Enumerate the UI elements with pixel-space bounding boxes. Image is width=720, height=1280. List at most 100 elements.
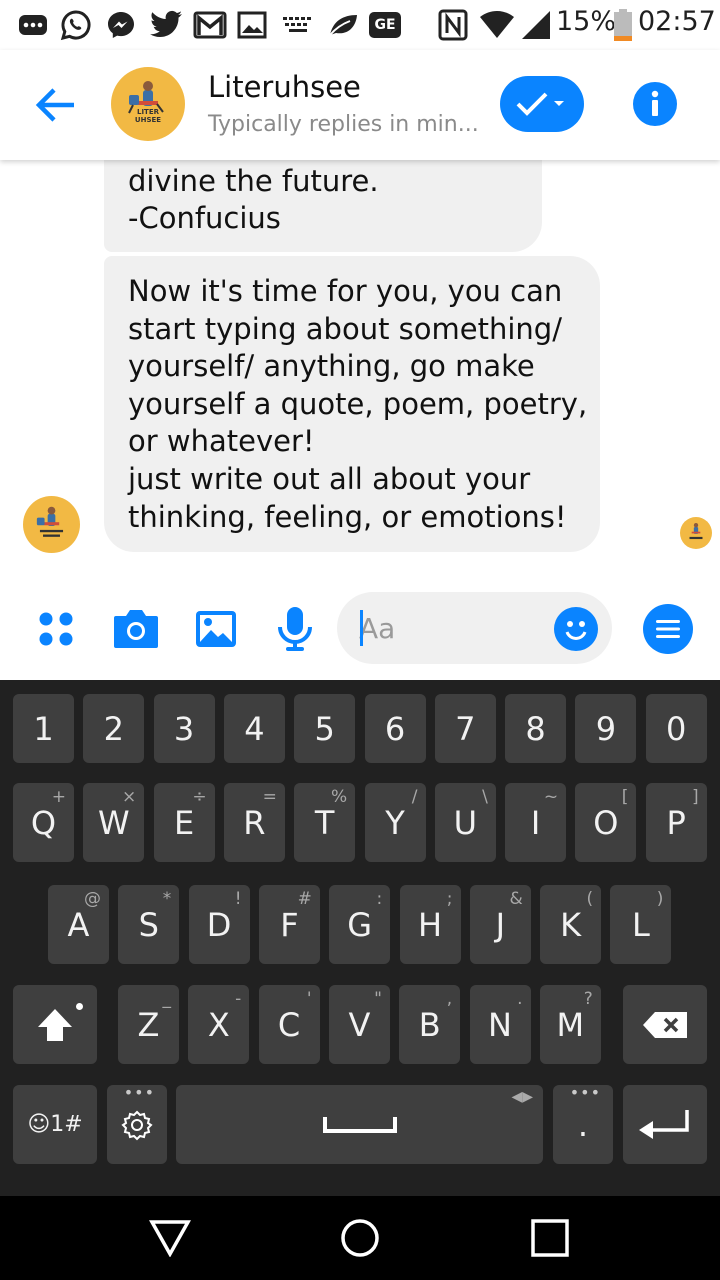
key-hint: ,	[446, 989, 453, 1009]
key-label: 4	[244, 709, 265, 748]
key-label: G	[347, 905, 373, 944]
key-j[interactable]: & J	[469, 885, 531, 964]
back-button[interactable]	[30, 80, 80, 130]
key-q[interactable]: + Q	[13, 783, 74, 862]
message-input[interactable]	[359, 608, 539, 648]
key-n[interactable]: .N	[469, 985, 531, 1064]
info-icon	[651, 90, 659, 116]
key-label: A	[67, 905, 90, 944]
contact-avatar[interactable]: LITER UHSEE	[111, 67, 185, 141]
key-p[interactable]: ] P	[645, 783, 707, 862]
enter-key[interactable]	[623, 1085, 707, 1164]
key-a[interactable]: @ A	[48, 885, 109, 964]
sender-avatar[interactable]	[23, 496, 80, 553]
back-triangle-icon	[149, 1220, 191, 1257]
camera-icon	[114, 610, 158, 648]
backspace-key[interactable]	[623, 985, 707, 1064]
key-k[interactable]: (K	[540, 885, 602, 964]
nav-back-button[interactable]	[148, 1216, 192, 1260]
camera-button[interactable]	[111, 604, 161, 654]
key-z[interactable]: _ Z	[118, 985, 179, 1064]
space-key[interactable]: ◀▶	[176, 1085, 543, 1164]
key-1[interactable]: 1	[13, 694, 74, 763]
home-circle-icon	[341, 1219, 379, 1257]
message-text: divine the future. -Confucius	[128, 163, 379, 236]
key-e[interactable]: ÷ E	[153, 783, 215, 862]
key-s[interactable]: * S	[118, 885, 180, 964]
key-m[interactable]: ? M	[539, 985, 601, 1064]
status-bar: GE 15% 02:57	[0, 0, 720, 50]
key-label: P	[666, 803, 686, 842]
key-label: C	[277, 1005, 301, 1044]
mark-done-button[interactable]	[500, 76, 584, 132]
key-3[interactable]: 3	[153, 694, 215, 763]
menu-button[interactable]	[643, 604, 693, 654]
gear-icon	[121, 1110, 153, 1140]
key-hint: #	[297, 889, 312, 909]
contact-name[interactable]: Literuhsee	[208, 70, 361, 104]
key-label: X	[207, 1005, 230, 1044]
key-c[interactable]: ' C	[258, 985, 320, 1064]
ge-badge-text: GE	[369, 12, 401, 38]
backspace-icon	[643, 1011, 687, 1038]
signal-icon	[520, 7, 552, 43]
key-0[interactable]: 0	[645, 694, 707, 763]
key-hint: ÷	[192, 787, 207, 807]
ge-badge-icon: GE	[368, 7, 402, 43]
key-4[interactable]: 4	[223, 694, 285, 763]
key-v[interactable]: " V	[328, 985, 390, 1064]
shift-key[interactable]	[13, 985, 97, 1064]
key-o[interactable]: [O	[575, 783, 637, 862]
conversation-header: LITER UHSEE Literuhsee Typically replies…	[0, 50, 720, 160]
key-label: W	[97, 803, 130, 842]
key-u[interactable]: \ U	[434, 783, 496, 862]
key-label: D	[206, 905, 232, 944]
key-8[interactable]: 8	[505, 694, 567, 763]
key-hint: @	[84, 889, 101, 909]
symbols-key[interactable]: ☺1#	[13, 1085, 97, 1164]
key-5[interactable]: 5	[294, 694, 356, 763]
key-g[interactable]: :G	[329, 885, 391, 964]
key-d[interactable]: ! D	[188, 885, 250, 964]
key-l[interactable]: ) L	[610, 885, 672, 964]
whatsapp-icon	[58, 7, 94, 43]
key-r[interactable]: = R	[223, 783, 285, 862]
key-label: 7	[455, 709, 476, 748]
message-bubble[interactable]: Now it's time for you, you can start typ…	[104, 256, 600, 552]
key-h[interactable]: ; H	[399, 885, 461, 964]
key-label: U	[453, 803, 477, 842]
key-2[interactable]: 2	[83, 694, 145, 763]
key-y[interactable]: / Y	[364, 783, 426, 862]
key-t[interactable]: % T	[294, 783, 356, 862]
settings-key[interactable]: •••	[107, 1083, 167, 1164]
key-6[interactable]: 6	[364, 694, 426, 763]
key-label: M	[556, 1005, 585, 1044]
voice-button[interactable]	[270, 604, 320, 654]
gallery-button[interactable]	[191, 604, 241, 654]
key-f[interactable]: # F	[258, 885, 320, 964]
key-i[interactable]: ~ I	[505, 783, 567, 862]
key-7[interactable]: 7	[434, 694, 496, 763]
message-input-wrapper[interactable]	[337, 592, 612, 664]
key-hint: )	[656, 889, 664, 909]
key-b[interactable]: ,B	[399, 985, 461, 1064]
nav-recents-button[interactable]	[528, 1216, 572, 1260]
nav-home-button[interactable]	[338, 1216, 382, 1260]
key-x[interactable]: -X	[188, 985, 250, 1064]
key-hint: %	[331, 787, 348, 807]
apps-button[interactable]	[31, 604, 81, 654]
checkmark-dropdown-icon	[516, 92, 564, 116]
info-button[interactable]	[633, 82, 677, 126]
message-bubble[interactable]: divine the future. -Confucius	[104, 160, 542, 252]
period-key[interactable]: ••• .	[553, 1083, 613, 1164]
key-w[interactable]: × W	[83, 783, 145, 862]
message-list[interactable]: divine the future. -Confucius Now it's t…	[0, 160, 720, 580]
image-icon	[196, 611, 236, 647]
shift-arrow-icon	[38, 1008, 72, 1041]
shift-indicator-dot	[76, 1003, 83, 1010]
emoji-button[interactable]	[554, 607, 598, 651]
key-9[interactable]: 9	[575, 694, 637, 763]
key-hint: /	[411, 787, 418, 807]
key-label: T	[314, 803, 335, 842]
key-hint: -	[235, 989, 242, 1009]
